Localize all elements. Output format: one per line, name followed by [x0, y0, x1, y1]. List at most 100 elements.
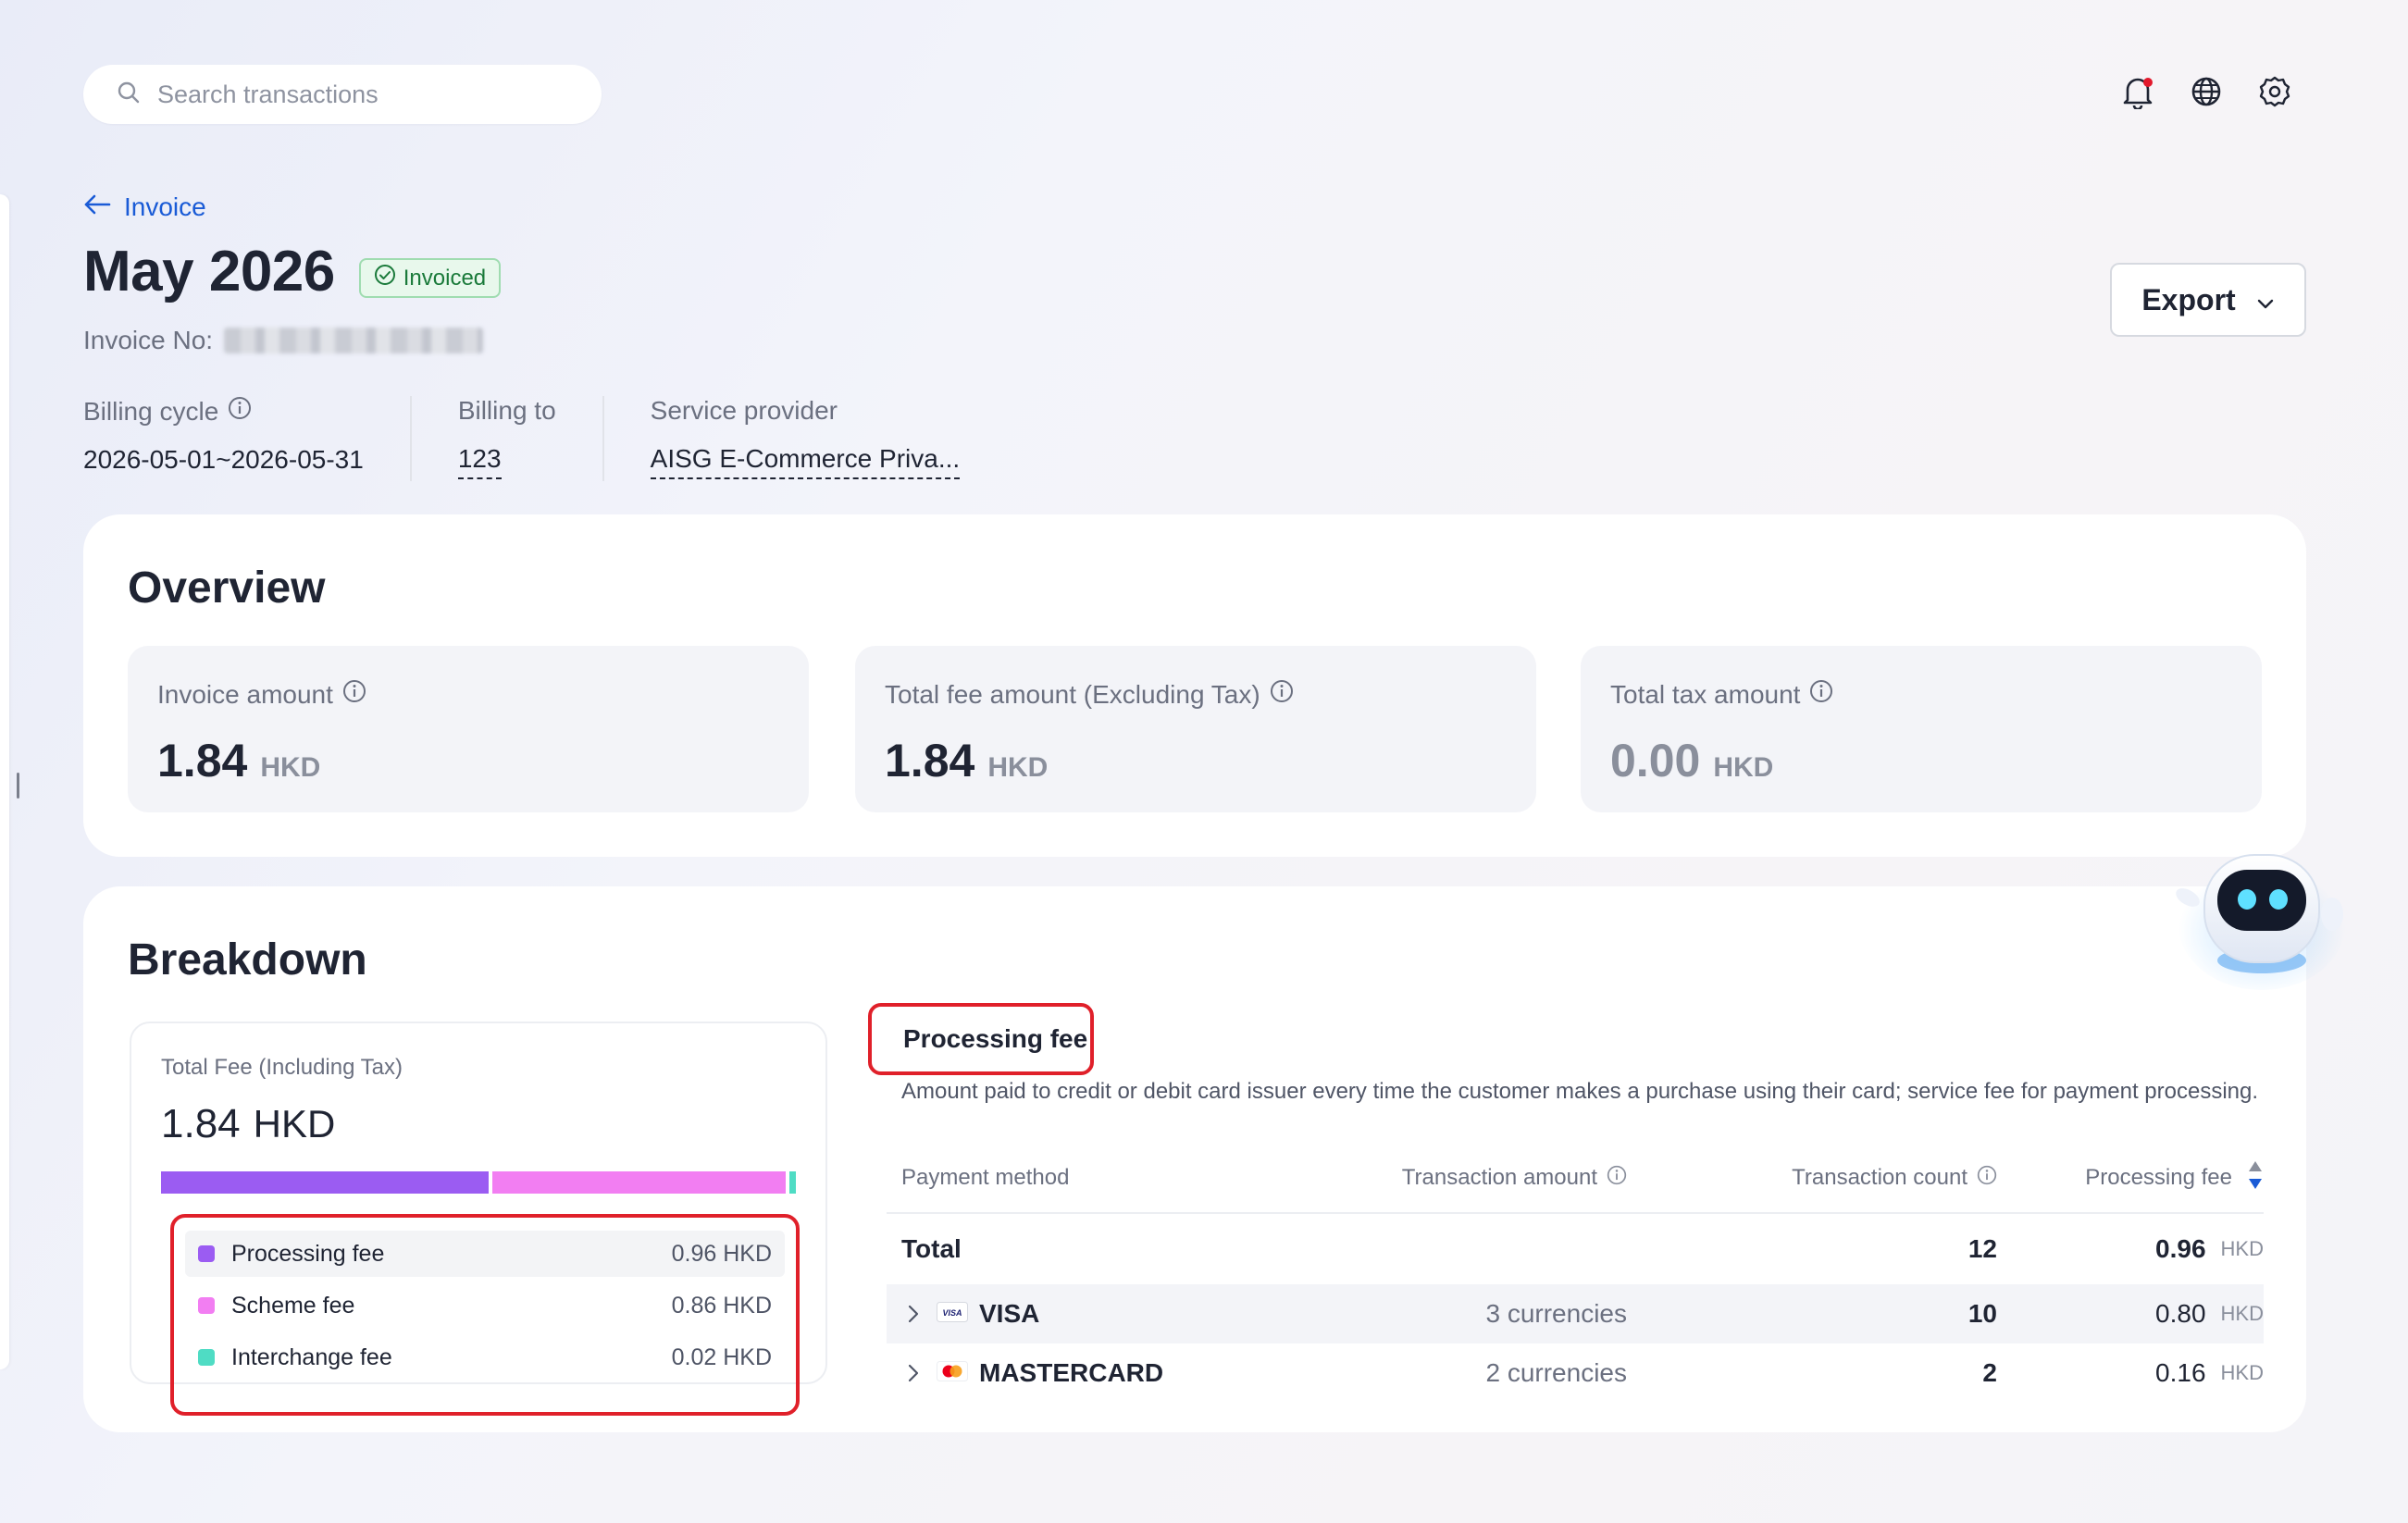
- top-toolbar: [2119, 72, 2293, 115]
- back-link-label[interactable]: Invoice: [124, 192, 206, 222]
- info-icon[interactable]: [1607, 1165, 1627, 1192]
- invoice-amount-stat: Invoice amount 1.84 HKD: [128, 646, 809, 812]
- fee-bar-segment-interchange-fee: [788, 1171, 796, 1194]
- billing-to-link[interactable]: 123: [457, 444, 502, 479]
- stat-value: 1.84: [157, 735, 248, 786]
- export-button[interactable]: Export: [2110, 263, 2306, 337]
- assistant-robot-button[interactable]: [2162, 833, 2347, 990]
- info-icon[interactable]: [228, 396, 252, 427]
- table-row-total: Total 12 0.96 HKD: [887, 1214, 2264, 1284]
- stat-label: Total tax amount: [1610, 679, 1801, 709]
- fee-legend: Processing fee 0.96 HKD Scheme fee 0.86 …: [170, 1214, 800, 1416]
- overview-card: Overview Invoice amount 1.84 HKD Total f…: [83, 514, 2306, 857]
- legend-swatch: [198, 1297, 215, 1314]
- notifications-button[interactable]: [2119, 72, 2156, 115]
- notification-dot: [2143, 78, 2153, 87]
- invoice-number: Invoice No:: [83, 326, 484, 355]
- sort-icon[interactable]: [2247, 1159, 2264, 1197]
- payment-method-name: MASTERCARD: [979, 1358, 1164, 1387]
- payment-method-name: VISA: [979, 1299, 1040, 1328]
- check-circle-icon: [374, 264, 396, 292]
- fee-bar-segment-scheme-fee: [491, 1171, 786, 1194]
- chevron-right-icon[interactable]: [901, 1363, 925, 1383]
- processing-fee-unit: HKD: [2220, 1302, 2264, 1325]
- info-icon[interactable]: [342, 679, 366, 710]
- info-icon[interactable]: [1809, 679, 1833, 710]
- total-count: 12: [1967, 1234, 1997, 1263]
- search-icon: [117, 80, 141, 109]
- processing-fee-table: Payment method Transaction amount Transa…: [887, 1144, 2264, 1403]
- billing-cycle: Billing cycle 2026-05-01~2026-05-31: [83, 396, 412, 481]
- legend-value: 0.96 HKD: [671, 1240, 772, 1267]
- invoice-number-redacted: [224, 328, 484, 353]
- fee-bar-segment-processing-fee: [161, 1171, 489, 1194]
- language-button[interactable]: [2188, 72, 2225, 115]
- breakdown-card: Breakdown Total Fee (Including Tax) 1.84…: [83, 886, 2306, 1432]
- visa-logo-icon: VISA: [937, 1299, 968, 1329]
- chevron-right-icon[interactable]: [901, 1304, 925, 1324]
- billing-cycle-label: Billing cycle: [83, 396, 219, 426]
- fee-description: Amount paid to credit or debit card issu…: [901, 1079, 2259, 1104]
- settings-button[interactable]: [2256, 72, 2293, 115]
- panel-resize-handle[interactable]: [17, 773, 19, 799]
- stat-label: Total fee amount (Excluding Tax): [885, 679, 1260, 709]
- column-header-amount: Transaction amount: [1401, 1165, 1597, 1190]
- gear-icon: [2258, 75, 2291, 113]
- total-fee-unit: HKD: [2220, 1237, 2264, 1260]
- transaction-amount: 3 currencies: [1485, 1299, 1627, 1328]
- table-row[interactable]: VISA VISA 3 currencies 10 0.80 HKD: [887, 1284, 2264, 1343]
- legend-item-interchange-fee[interactable]: Interchange fee 0.02 HKD: [185, 1334, 785, 1381]
- processing-fee-value: 0.80: [2155, 1299, 2206, 1328]
- stat-label: Invoice amount: [157, 679, 333, 709]
- processing-fee-value: 0.16: [2155, 1358, 2206, 1387]
- info-icon[interactable]: [1977, 1165, 1997, 1192]
- invoice-number-label: Invoice No:: [83, 326, 214, 354]
- billing-to-label: Billing to: [457, 396, 556, 425]
- stat-currency: HKD: [260, 752, 321, 783]
- column-header-fee: Processing fee: [2085, 1165, 2232, 1190]
- transaction-count: 10: [1967, 1299, 1997, 1328]
- status-badge: Invoiced: [358, 258, 502, 298]
- stat-value: 0.00: [1610, 735, 1701, 786]
- legend-item-processing-fee[interactable]: Processing fee 0.96 HKD: [185, 1231, 785, 1277]
- globe-icon: [2191, 76, 2222, 112]
- column-header-count: Transaction count: [1792, 1165, 1967, 1190]
- assistant-robot-icon: [2162, 854, 2347, 994]
- side-panel-edge[interactable]: [0, 194, 19, 1369]
- total-tax-stat: Total tax amount 0.00 HKD: [1581, 646, 2262, 812]
- legend-item-scheme-fee[interactable]: Scheme fee 0.86 HKD: [185, 1282, 785, 1329]
- total-fee-value: 1.84: [161, 1101, 241, 1146]
- service-provider-link[interactable]: AISG E-Commerce Priva...: [650, 444, 961, 479]
- billing-cycle-value: 2026-05-01~2026-05-31: [83, 445, 364, 474]
- total-label: Total: [901, 1234, 962, 1263]
- transaction-amount: 2 currencies: [1485, 1358, 1627, 1387]
- arrow-left-icon: [83, 192, 111, 222]
- total-fee: 0.96: [2155, 1234, 2206, 1263]
- legend-value: 0.02 HKD: [671, 1343, 772, 1370]
- table-row[interactable]: MASTERCARD 2 currencies 2 0.16 HKD: [887, 1343, 2264, 1403]
- search-input[interactable]: [157, 80, 565, 109]
- stat-currency: HKD: [987, 752, 1049, 783]
- back-link[interactable]: Invoice: [83, 192, 206, 222]
- fee-summary-card: Total Fee (Including Tax) 1.84 HKD Proce…: [130, 1022, 827, 1416]
- table-header: Payment method Transaction amount Transa…: [887, 1144, 2264, 1214]
- page-title: May 2026: [83, 240, 335, 303]
- stat-currency: HKD: [1713, 752, 1774, 783]
- legend-label: Scheme fee: [231, 1292, 355, 1319]
- breakdown-title: Breakdown: [128, 935, 367, 984]
- total-fee-stat: Total fee amount (Excluding Tax) 1.84 HK…: [855, 646, 1536, 812]
- service-provider: Service provider AISG E-Commerce Priva..…: [650, 396, 1007, 481]
- search-bar[interactable]: [83, 65, 602, 124]
- info-icon[interactable]: [1270, 679, 1294, 710]
- column-header-method: Payment method: [901, 1165, 1070, 1190]
- billing-to: Billing to 123: [457, 396, 604, 481]
- legend-swatch: [198, 1349, 215, 1366]
- legend-label: Interchange fee: [231, 1343, 392, 1370]
- mastercard-logo-icon: [937, 1358, 968, 1388]
- processing-fee-unit: HKD: [2220, 1361, 2264, 1384]
- export-label: Export: [2141, 282, 2236, 316]
- tab-processing-fee[interactable]: Processing fee: [868, 1003, 1094, 1075]
- legend-swatch: [198, 1245, 215, 1262]
- overview-title: Overview: [128, 563, 326, 613]
- legend-label: Processing fee: [231, 1240, 385, 1267]
